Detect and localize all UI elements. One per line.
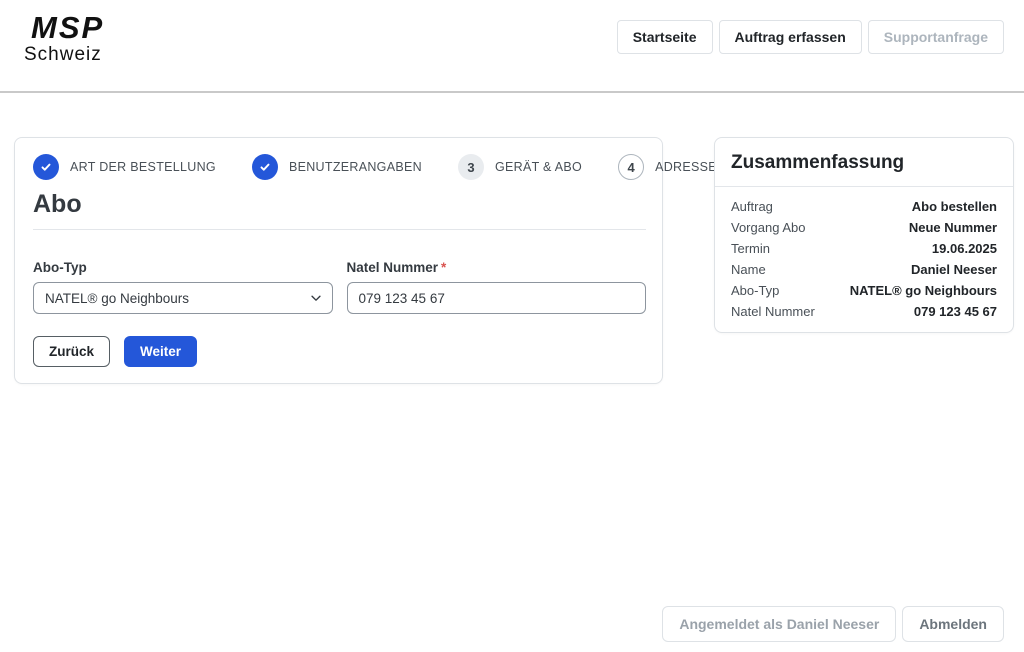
- step-art-der-bestellung[interactable]: ART DER BESTELLUNG: [33, 154, 216, 180]
- summary-label: Abo-Typ: [731, 280, 779, 301]
- step-geraet-und-abo[interactable]: 3 GERÄT & ABO: [458, 154, 582, 180]
- summary-value: Neue Nummer: [909, 217, 997, 238]
- natel-nummer-field-group: Natel Nummer*: [347, 260, 647, 314]
- summary-value: 079 123 45 67: [914, 301, 997, 322]
- wizard-stepper: ART DER BESTELLUNG BENUTZERANGABEN 3 GER…: [33, 154, 646, 180]
- divider: [33, 229, 646, 230]
- step-3-label: GERÄT & ABO: [495, 160, 582, 174]
- summary-row-name: Name Daniel Neeser: [731, 259, 997, 280]
- logo-msp-text: MSP: [31, 12, 104, 43]
- summary-row-abo-typ: Abo-Typ NATEL® go Neighbours: [731, 280, 997, 301]
- check-icon: [39, 160, 53, 174]
- summary-label: Name: [731, 259, 766, 280]
- page: MSP Schweiz Startseite Auftrag erfassen …: [0, 0, 1024, 652]
- natel-nummer-label: Natel Nummer*: [347, 260, 647, 275]
- content: ART DER BESTELLUNG BENUTZERANGABEN 3 GER…: [0, 93, 1024, 384]
- weiter-button[interactable]: Weiter: [124, 336, 197, 367]
- top-nav: Startseite Auftrag erfassen Supportanfra…: [617, 20, 1004, 54]
- summary-row-termin: Termin 19.06.2025: [731, 238, 997, 259]
- step-3-number-circle: 3: [458, 154, 484, 180]
- check-icon: [258, 160, 272, 174]
- summary-card: Zusammenfassung Auftrag Abo bestellen Vo…: [714, 137, 1014, 333]
- summary-row-auftrag: Auftrag Abo bestellen: [731, 196, 997, 217]
- summary-row-vorgang-abo: Vorgang Abo Neue Nummer: [731, 217, 997, 238]
- abmelden-button[interactable]: Abmelden: [902, 606, 1004, 642]
- step-4-number-circle: 4: [618, 154, 644, 180]
- summary-title: Zusammenfassung: [731, 152, 997, 174]
- wizard-button-row: Zurück Weiter: [33, 336, 646, 367]
- summary-label: Auftrag: [731, 196, 773, 217]
- abo-typ-label: Abo-Typ: [33, 260, 333, 275]
- footer: Angemeldet als Daniel Neeser Abmelden: [662, 606, 1004, 642]
- summary-value: 19.06.2025: [932, 238, 997, 259]
- summary-label: Vorgang Abo: [731, 217, 805, 238]
- zurueck-button[interactable]: Zurück: [33, 336, 110, 367]
- summary-value: NATEL® go Neighbours: [850, 280, 997, 301]
- step-1-label: ART DER BESTELLUNG: [70, 160, 216, 174]
- summary-label: Termin: [731, 238, 770, 259]
- abo-typ-field-group: Abo-Typ NATEL® go Neighbours: [33, 260, 333, 314]
- summary-header: Zusammenfassung: [715, 138, 1013, 187]
- wizard-card: ART DER BESTELLUNG BENUTZERANGABEN 3 GER…: [14, 137, 663, 384]
- header: MSP Schweiz Startseite Auftrag erfassen …: [0, 0, 1024, 93]
- abo-typ-select-wrap: NATEL® go Neighbours: [33, 282, 333, 314]
- summary-value: Daniel Neeser: [911, 259, 997, 280]
- supportanfrage-button: Supportanfrage: [868, 20, 1004, 54]
- required-asterisk: *: [441, 260, 446, 275]
- page-title: Abo: [33, 190, 646, 219]
- abo-typ-select[interactable]: NATEL® go Neighbours: [33, 282, 333, 314]
- logo-schweiz-text: Schweiz: [24, 45, 104, 64]
- step-benutzerangaben[interactable]: BENUTZERANGABEN: [252, 154, 422, 180]
- logo: MSP Schweiz: [24, 12, 104, 64]
- summary-value: Abo bestellen: [912, 196, 997, 217]
- summary-rows: Auftrag Abo bestellen Vorgang Abo Neue N…: [731, 187, 997, 322]
- natel-nummer-label-text: Natel Nummer: [347, 260, 439, 275]
- form-row: Abo-Typ NATEL® go Neighbours Natel Numme…: [33, 260, 646, 314]
- step-2-check-circle: [252, 154, 278, 180]
- auftrag-erfassen-button[interactable]: Auftrag erfassen: [719, 20, 862, 54]
- summary-label: Natel Nummer: [731, 301, 815, 322]
- summary-row-natel-nummer: Natel Nummer 079 123 45 67: [731, 301, 997, 322]
- step-1-check-circle: [33, 154, 59, 180]
- logged-in-status-button: Angemeldet als Daniel Neeser: [662, 606, 896, 642]
- startseite-button[interactable]: Startseite: [617, 20, 713, 54]
- natel-nummer-input[interactable]: [347, 282, 647, 314]
- step-2-label: BENUTZERANGABEN: [289, 160, 422, 174]
